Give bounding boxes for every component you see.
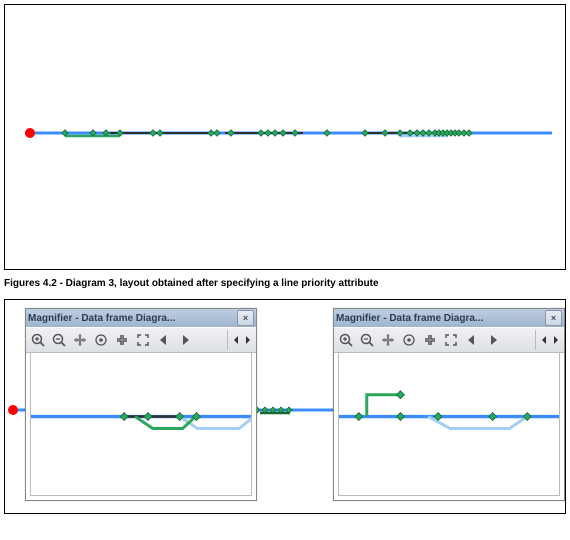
- magnifier-toolbar: [334, 327, 564, 353]
- magnifier-window-right: Magnifier - Data frame Diagra... ×: [333, 308, 565, 501]
- zoom-out-button[interactable]: [357, 330, 377, 350]
- back-extent-button[interactable]: [462, 330, 482, 350]
- full-extent-button[interactable]: [399, 330, 419, 350]
- forward-icon: [178, 333, 192, 347]
- diagram-top-svg: [5, 5, 565, 269]
- magnifier-left-body: [30, 352, 252, 496]
- magnifier-right-body: [338, 352, 560, 496]
- magnifier-left-svg: [31, 353, 251, 495]
- back-extent-button[interactable]: [154, 330, 174, 350]
- fixed-zoom-in-button[interactable]: [112, 330, 132, 350]
- pan-icon: [381, 333, 395, 347]
- zoom-in-button[interactable]: [336, 330, 356, 350]
- diagram-bottom-panel: Magnifier - Data frame Diagra... × Magni…: [4, 299, 566, 514]
- magnifier-title-text: Magnifier - Data frame Diagra...: [336, 313, 543, 324]
- zoom-in-icon: [339, 333, 353, 347]
- close-icon: ×: [551, 314, 556, 323]
- chevron-left-icon: [232, 333, 240, 347]
- toolbar-scroll-left[interactable]: [538, 330, 550, 350]
- magnifier-right-svg: [339, 353, 559, 495]
- pan-button[interactable]: [378, 330, 398, 350]
- toolbar-scroll-left[interactable]: [230, 330, 242, 350]
- full-extent-button[interactable]: [91, 330, 111, 350]
- zoom-in-icon: [31, 333, 45, 347]
- fixed-zoom-in-icon: [423, 333, 437, 347]
- fixed-zoom-in-icon: [115, 333, 129, 347]
- full-extent-icon: [94, 333, 108, 347]
- chevron-left-icon: [540, 333, 548, 347]
- magnifier-titlebar[interactable]: Magnifier - Data frame Diagra... ×: [26, 309, 256, 327]
- magnifier-close-button[interactable]: ×: [237, 310, 254, 326]
- full-extent-icon: [402, 333, 416, 347]
- magnifier-title-text: Magnifier - Data frame Diagra...: [28, 313, 235, 324]
- fixed-zoom-out-icon: [136, 333, 150, 347]
- magnifier-window-left: Magnifier - Data frame Diagra... ×: [25, 308, 257, 501]
- chevron-right-icon: [552, 333, 560, 347]
- zoom-in-button[interactable]: [28, 330, 48, 350]
- toolbar-scroll-right[interactable]: [550, 330, 562, 350]
- forward-extent-button[interactable]: [175, 330, 195, 350]
- pan-button[interactable]: [70, 330, 90, 350]
- fixed-zoom-out-icon: [444, 333, 458, 347]
- pan-icon: [73, 333, 87, 347]
- zoom-out-icon: [360, 333, 374, 347]
- magnifier-toolbar: [26, 327, 256, 353]
- forward-extent-button[interactable]: [483, 330, 503, 350]
- toolbar-scroll-right[interactable]: [242, 330, 254, 350]
- back-icon: [157, 333, 171, 347]
- magnifier-close-button[interactable]: ×: [545, 310, 562, 326]
- magnifier-titlebar[interactable]: Magnifier - Data frame Diagra... ×: [334, 309, 564, 327]
- zoom-out-button[interactable]: [49, 330, 69, 350]
- chevron-right-icon: [244, 333, 252, 347]
- diagram-top-panel: [4, 4, 566, 270]
- fixed-zoom-in-button[interactable]: [420, 330, 440, 350]
- forward-icon: [486, 333, 500, 347]
- fixed-zoom-out-button[interactable]: [133, 330, 153, 350]
- close-icon: ×: [243, 314, 248, 323]
- back-icon: [465, 333, 479, 347]
- zoom-out-icon: [52, 333, 66, 347]
- figure-caption: Figures 4.2 - Diagram 3, layout obtained…: [4, 278, 566, 289]
- fixed-zoom-out-button[interactable]: [441, 330, 461, 350]
